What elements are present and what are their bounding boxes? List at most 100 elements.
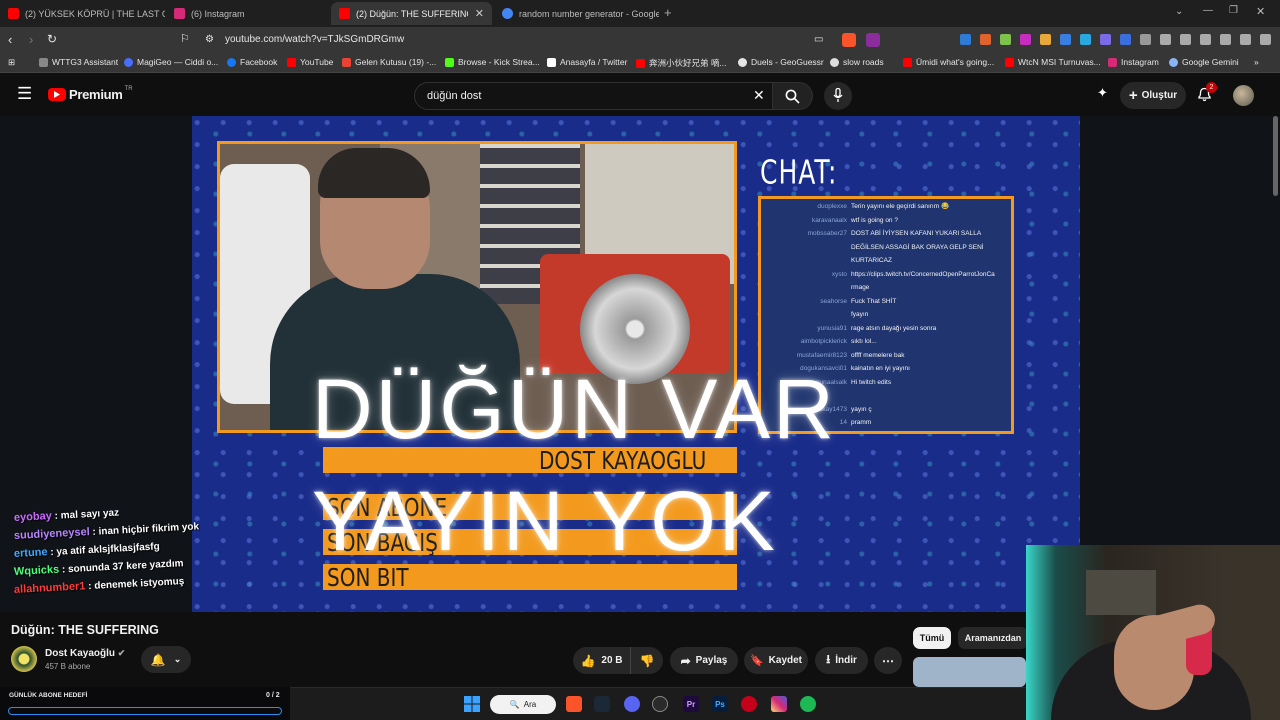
recommended-thumbnail[interactable] bbox=[913, 657, 1026, 687]
subscribed-button[interactable]: 🔔 ⌄ bbox=[141, 646, 191, 673]
extension-icon[interactable] bbox=[1040, 34, 1051, 45]
reload-icon[interactable]: ↻ bbox=[47, 32, 57, 46]
taskbar-search[interactable]: 🔍 Ara bbox=[490, 695, 556, 714]
stream-chat-line: rmage bbox=[765, 284, 1011, 292]
clear-search-icon[interactable]: ✕ bbox=[753, 87, 765, 104]
tab-2[interactable]: (6) Instagram bbox=[166, 2, 330, 25]
new-tab-button[interactable]: + bbox=[664, 5, 672, 20]
video-player[interactable]: CHAT: duoplexxe Terin yayını ele geçirdi … bbox=[0, 116, 1280, 612]
bookmark-favicon-icon bbox=[124, 57, 133, 67]
bookmark-item[interactable]: Anasayfa / Twitter bbox=[547, 57, 627, 67]
site-info-icon[interactable]: ⚙ bbox=[205, 34, 214, 45]
brave-rewards-icon[interactable] bbox=[866, 33, 880, 47]
extension-icon[interactable] bbox=[980, 34, 991, 45]
overlay-chat-message: : denemek istyomuş bbox=[87, 576, 185, 593]
bookmark-item[interactable]: Instagram bbox=[1108, 57, 1159, 67]
extension-icon[interactable] bbox=[1000, 34, 1011, 45]
thumbs-up-icon: 👍 bbox=[580, 653, 596, 668]
like-button[interactable]: 👍 20 B bbox=[573, 647, 630, 674]
restore-icon[interactable]: ❐ bbox=[1229, 5, 1238, 16]
bookmark-item[interactable]: WtcN MSI Turnuvas... bbox=[1005, 57, 1101, 67]
bookmark-item[interactable]: Duels - GeoGuessr bbox=[738, 57, 824, 67]
bookmark-item[interactable]: YouTube bbox=[287, 57, 333, 67]
extension-icon[interactable] bbox=[1140, 34, 1151, 45]
extension-icon[interactable] bbox=[1100, 34, 1111, 45]
sidebar-icon[interactable] bbox=[1220, 34, 1231, 45]
brave-shield-icon[interactable] bbox=[842, 33, 856, 47]
tab-4[interactable]: random number generator - Google bbox=[494, 2, 659, 25]
photoshop-icon[interactable]: Ps bbox=[712, 696, 728, 712]
voice-search-button[interactable] bbox=[824, 82, 852, 110]
obs-icon[interactable] bbox=[652, 696, 668, 712]
tab-list-icon[interactable]: ⌄ bbox=[1175, 6, 1183, 17]
hamburger-menu-icon[interactable]: ☰ bbox=[17, 84, 32, 104]
chip-all[interactable]: Tümü bbox=[913, 627, 951, 649]
puzzle-icon[interactable] bbox=[1160, 34, 1171, 45]
channel-name[interactable]: Dost Kayaoğlu ✔ bbox=[45, 648, 125, 659]
bookmark-item[interactable]: Ümidi what's going... bbox=[903, 57, 994, 67]
thumbs-down-icon: 👎 bbox=[639, 653, 655, 668]
more-bookmarks-icon[interactable]: » bbox=[1254, 57, 1259, 67]
avatar[interactable] bbox=[1233, 85, 1254, 106]
dislike-button[interactable]: 👎 bbox=[630, 647, 663, 674]
gemini-icon bbox=[1169, 57, 1178, 67]
share-button[interactable]: ➦ Paylaş bbox=[670, 647, 738, 674]
back-icon[interactable]: ‹ bbox=[8, 32, 12, 47]
extension-icon[interactable] bbox=[1120, 34, 1131, 45]
page-scrollbar[interactable] bbox=[1273, 116, 1278, 196]
cast-icon[interactable]: ▭ bbox=[814, 34, 823, 45]
notifications-button[interactable]: 2 bbox=[1197, 82, 1217, 107]
windows-start-icon[interactable] bbox=[464, 696, 480, 712]
extension-icon[interactable] bbox=[1060, 34, 1071, 45]
leo-icon[interactable] bbox=[1260, 34, 1271, 45]
youtube-logo[interactable]: Premium TR bbox=[48, 86, 133, 102]
bookmark-item[interactable]: Google Gemini bbox=[1169, 57, 1239, 67]
create-button[interactable]: + Oluştur bbox=[1120, 82, 1186, 109]
extension-icon[interactable] bbox=[1080, 34, 1091, 45]
chip-from-search[interactable]: Aramanızdan bbox=[958, 627, 1028, 649]
bookmark-label: Gelen Kutusu (19) -... bbox=[355, 57, 437, 67]
media-icon[interactable] bbox=[1180, 34, 1191, 45]
bookmark-item[interactable]: Facebook bbox=[227, 57, 277, 67]
spotify-icon[interactable] bbox=[800, 696, 816, 712]
premiere-icon[interactable]: Pr bbox=[683, 696, 699, 712]
close-tab-icon[interactable]: ✕ bbox=[475, 7, 484, 20]
url-field[interactable]: youtube.com/watch?v=TJkSGmDRGmw bbox=[225, 34, 404, 45]
steam-icon[interactable] bbox=[594, 696, 610, 712]
verified-icon: ✔ bbox=[117, 648, 126, 658]
instagram-app-icon[interactable] bbox=[771, 696, 787, 712]
channel-avatar[interactable] bbox=[11, 646, 37, 672]
bookmark-label: MagiGeo — Ciddi o... bbox=[137, 57, 219, 67]
extension-icon[interactable] bbox=[1020, 34, 1031, 45]
bookmark-item[interactable]: 奔洲小伙好兄弟 嘀... bbox=[636, 57, 726, 69]
wallet-icon[interactable] bbox=[1240, 34, 1251, 45]
bookmark-item[interactable]: MagiGeo — Ciddi o... bbox=[124, 57, 218, 67]
forward-icon[interactable]: › bbox=[29, 32, 33, 47]
bookmark-label: Facebook bbox=[240, 57, 278, 67]
tab-3-active[interactable]: (2) Düğün: THE SUFFERING - ✕ bbox=[331, 2, 492, 25]
opera-gx-icon[interactable] bbox=[741, 696, 757, 712]
extension-icon[interactable] bbox=[960, 34, 971, 45]
bookmark-label: slow roads bbox=[843, 57, 884, 67]
bookmark-item[interactable]: Browse - Kick Strea... bbox=[445, 57, 540, 67]
stream-chat-line: mobssaber27 DOST ABİ İYİYSEN KAFANI YUKAR… bbox=[765, 230, 1011, 238]
minimize-icon[interactable]: — bbox=[1203, 5, 1213, 16]
download-button[interactable]: ⭳ İndir bbox=[815, 647, 868, 674]
discord-icon[interactable] bbox=[624, 696, 640, 712]
chat-username: aimbotpicklerick bbox=[800, 338, 847, 345]
brave-icon[interactable] bbox=[566, 696, 582, 712]
bookmarks-icon[interactable] bbox=[1200, 34, 1211, 45]
more-actions-button[interactable]: ⋯ bbox=[874, 647, 902, 674]
search-button[interactable] bbox=[773, 82, 813, 110]
apps-icon[interactable]: ⊞ bbox=[8, 57, 15, 68]
bookmark-item[interactable]: WTTG3 Assistant bbox=[39, 57, 118, 67]
address-bar: ‹ › ↻ ⚐ ⚙ youtube.com/watch?v=TJkSGmDRGm… bbox=[0, 27, 1280, 53]
close-window-icon[interactable]: ✕ bbox=[1256, 5, 1265, 18]
bookmark-item[interactable]: Gelen Kutusu (19) -... bbox=[342, 57, 436, 67]
bookmark-icon[interactable]: ⚐ bbox=[180, 32, 190, 45]
search-input[interactable]: düğün dost ✕ bbox=[414, 82, 773, 110]
bookmark-item[interactable]: slow roads bbox=[830, 57, 884, 67]
tab-1[interactable]: (2) YÜKSEK KÖPRÜ | THE LAST OF US bbox=[0, 2, 165, 25]
save-button[interactable]: 🔖 Kaydet bbox=[744, 647, 808, 674]
youtube-ai-icon[interactable]: ✦ bbox=[1097, 85, 1108, 101]
